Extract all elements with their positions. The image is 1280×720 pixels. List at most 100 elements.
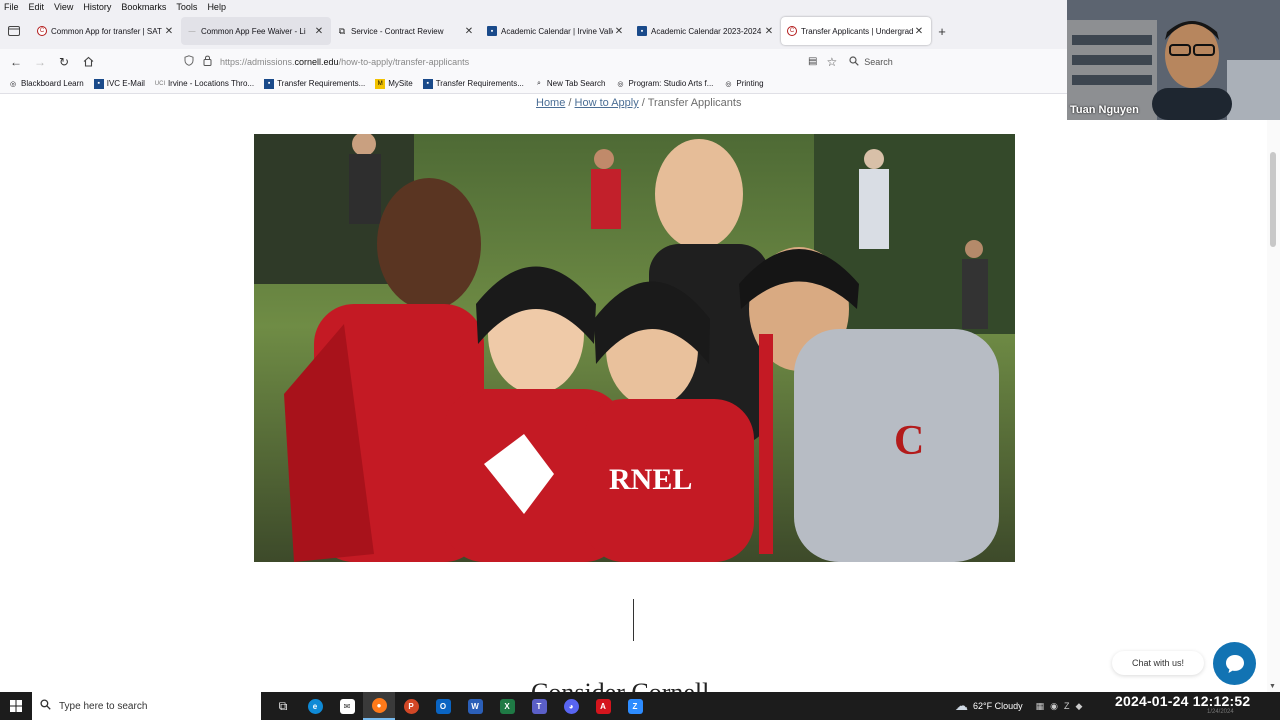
scroll-down-arrow-icon[interactable]: ▼ — [1269, 683, 1276, 690]
close-tab-icon[interactable]: ✕ — [163, 26, 175, 37]
excel-icon[interactable]: X — [491, 692, 523, 720]
tray-date[interactable]: 1/24/2024 — [1207, 709, 1234, 715]
list-all-tabs-icon[interactable] — [0, 17, 28, 45]
search-icon — [849, 55, 859, 68]
lock-icon[interactable] — [198, 55, 216, 69]
bookmark-ivc-email[interactable]: ▪ IVC E-Mail — [93, 78, 145, 89]
tracking-shield-icon[interactable] — [180, 54, 198, 69]
bookmark-label: New Tab Search — [546, 79, 606, 88]
bookmark-mysite[interactable]: M MySite — [375, 78, 413, 89]
reload-icon[interactable]: ↻ — [52, 51, 76, 73]
bookmark-new-tab-search[interactable]: ⌕ New Tab Search — [534, 79, 606, 89]
close-tab-icon[interactable]: ✕ — [913, 26, 925, 37]
menu-bookmarks[interactable]: Bookmarks — [121, 2, 166, 12]
bookmark-printing[interactable]: ◎ Printing — [723, 79, 763, 89]
tray-app-icon[interactable]: ▦ — [1036, 701, 1045, 712]
navigation-bar: ← → ↻ https://admissions.cornell.edu/how… — [0, 49, 1067, 74]
tab-transfer-applicants[interactable]: C Transfer Applicants | Undergrad ✕ — [781, 17, 931, 45]
tab-service-contract-review[interactable]: ⧉ Service - Contract Review ✕ — [331, 17, 481, 45]
bookmark-star-icon[interactable]: ☆ — [826, 55, 837, 69]
mysite-icon: M — [375, 78, 386, 89]
address-bar[interactable]: https://admissions.cornell.edu/how-to-ap… — [180, 51, 805, 72]
tab-title: Academic Calendar 2023-2024 | I — [651, 26, 763, 36]
bookmark-label: Printing — [736, 79, 764, 88]
bookmark-label: IVC E-Mail — [106, 79, 145, 88]
taskbar-search-placeholder: Type here to search — [59, 700, 148, 712]
cloud-icon: ☁ — [955, 698, 968, 713]
menu-view[interactable]: View — [54, 2, 73, 12]
outlook-icon[interactable]: O — [427, 692, 459, 720]
discord-icon[interactable]: ◕ — [555, 692, 587, 720]
task-view-icon[interactable]: ⧉ — [267, 692, 299, 720]
bookmark-label: Transfer Requirements... — [277, 79, 366, 88]
cornell-c-logo: C — [894, 418, 924, 464]
windows-start-icon[interactable] — [0, 692, 32, 720]
chat-bubble-icon[interactable] — [1213, 642, 1256, 685]
participant-name: Tuan Nguyen — [1070, 104, 1139, 116]
breadcrumb-how-to-apply-link[interactable]: How to Apply — [575, 97, 639, 109]
tab-common-app-fee-waiver[interactable]: — Common App Fee Waiver - Li ✕ — [181, 17, 331, 45]
tray-app-icon[interactable]: ◆ — [1076, 701, 1083, 712]
tab-academic-calendar-ivc[interactable]: ▪ Academic Calendar | Irvine Valle ✕ — [481, 17, 631, 45]
breadcrumb-separator: / — [641, 97, 645, 109]
menu-help[interactable]: Help — [207, 2, 226, 12]
taskbar-apps: ⧉ e ✉ ● P O W X T ◕ A Z — [267, 692, 651, 720]
url-path: /how-to-apply/transfer-applicants — [338, 56, 470, 67]
tab-strip: C Common App for transfer | SAT Sub ✕ — … — [0, 13, 1067, 49]
search-box[interactable]: Search — [849, 55, 893, 68]
home-icon[interactable] — [76, 51, 100, 73]
uci-icon: UCI — [154, 80, 166, 87]
powerpoint-icon[interactable]: P — [395, 692, 427, 720]
forward-arrow-icon[interactable]: → — [28, 51, 52, 73]
bookmark-label: Blackboard Learn — [21, 79, 84, 88]
video-feed: Tuan Nguyen — [1067, 0, 1280, 120]
ivc-favicon-icon: ▪ — [637, 26, 647, 36]
close-tab-icon[interactable]: ✕ — [763, 26, 775, 37]
close-tab-icon[interactable]: ✕ — [613, 26, 625, 37]
tray-icons: ▦ ◉ Z ◆ — [1033, 701, 1086, 712]
url-prefix: https://admissions. — [220, 56, 295, 67]
search-icon — [40, 699, 51, 713]
breadcrumb-home-link[interactable]: Home — [536, 97, 565, 109]
tab-academic-calendar-2023[interactable]: ▪ Academic Calendar 2023-2024 | I ✕ — [631, 17, 781, 45]
tab-common-app-transfer[interactable]: C Common App for transfer | SAT Sub ✕ — [31, 17, 181, 45]
new-tab-plus-icon[interactable]: + — [931, 24, 953, 39]
cornell-favicon-icon: C — [37, 26, 47, 36]
menu-history[interactable]: History — [83, 2, 111, 12]
clock-overlay: 2024-01-24 12:12:52 — [1115, 693, 1251, 709]
close-tab-icon[interactable]: ✕ — [313, 26, 325, 37]
page-scrollbar[interactable]: ▼ — [1267, 94, 1280, 692]
zoom-icon[interactable]: Z — [619, 692, 651, 720]
tab-title: Common App Fee Waiver - Li — [201, 26, 306, 36]
chat-with-us-label[interactable]: Chat with us! — [1112, 651, 1204, 675]
bookmark-irvine-locations[interactable]: UCI Irvine - Locations Thro... — [155, 79, 254, 89]
firefox-icon[interactable]: ● — [363, 692, 395, 720]
close-tab-icon[interactable]: ✕ — [463, 26, 475, 37]
hero-photo-students: RNEL C — [254, 134, 1015, 562]
menu-edit[interactable]: Edit — [29, 2, 45, 12]
globe-icon: ◎ — [725, 80, 732, 88]
bookmark-studio-arts[interactable]: ◎ Program: Studio Arts f... — [615, 79, 713, 89]
breadcrumb: Home / How to Apply / Transfer Applicant… — [536, 97, 741, 109]
menu-file[interactable]: File — [4, 2, 19, 12]
word-icon[interactable]: W — [459, 692, 491, 720]
page-favicon-icon: ⧉ — [338, 25, 346, 36]
system-tray: ☁ 62°F Cloudy ▦ ◉ Z ◆ — [955, 692, 1085, 720]
taskbar-search[interactable]: Type here to search — [32, 692, 261, 720]
bookmark-blackboard[interactable]: ◎ Blackboard Learn — [8, 79, 84, 89]
weather-widget[interactable]: ☁ 62°F Cloudy — [955, 698, 1023, 714]
teams-icon[interactable]: T — [523, 692, 555, 720]
back-arrow-icon[interactable]: ← — [4, 51, 28, 73]
menu-tools[interactable]: Tools — [176, 2, 197, 12]
tray-app-icon[interactable]: ◉ — [1050, 701, 1058, 712]
nav-right-group: ▤ ☆ Search — [808, 51, 893, 72]
edge-icon[interactable]: e — [299, 692, 331, 720]
acrobat-icon[interactable]: A — [587, 692, 619, 720]
breadcrumb-separator: / — [568, 97, 572, 109]
scrollbar-thumb[interactable] — [1270, 152, 1276, 247]
reader-view-icon[interactable]: ▤ — [808, 56, 817, 67]
tray-app-icon[interactable]: Z — [1064, 701, 1070, 711]
bookmark-transfer-req-1[interactable]: ▪ Transfer Requirements... — [264, 78, 366, 89]
mail-icon[interactable]: ✉ — [331, 692, 363, 720]
bookmark-transfer-req-2[interactable]: ▪ Transfer Requirements... — [422, 78, 524, 89]
